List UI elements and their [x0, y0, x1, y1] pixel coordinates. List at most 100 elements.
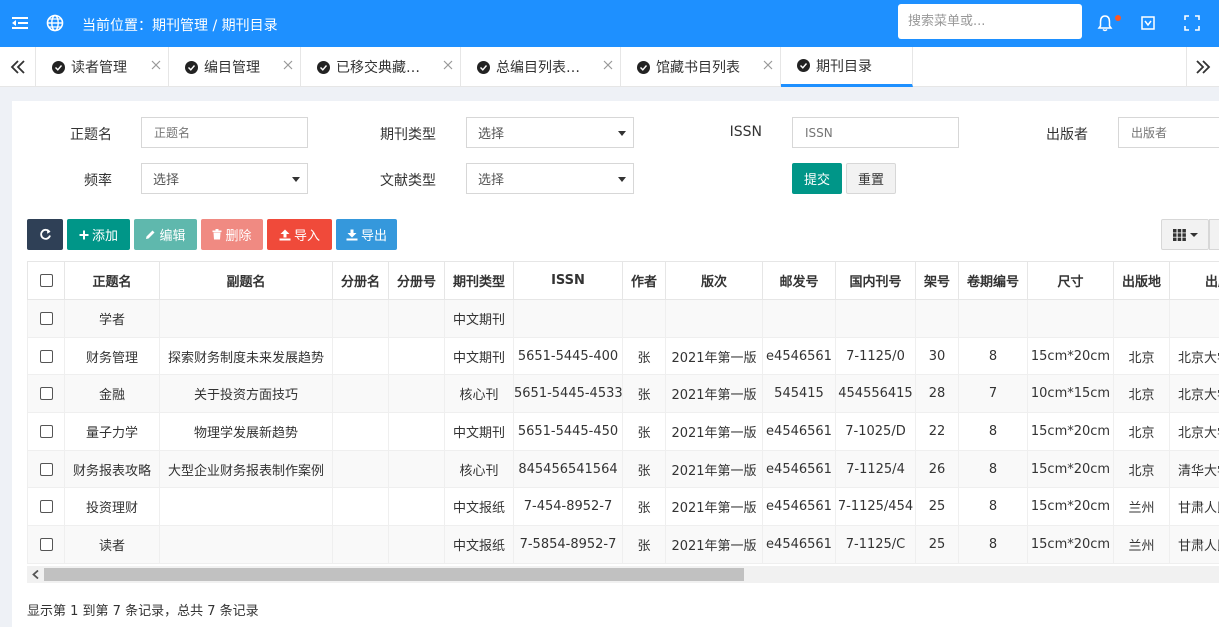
row-checkbox[interactable]	[39, 311, 53, 325]
menu-fold-icon[interactable]	[11, 14, 29, 32]
column-header[interactable]: 期刊类型	[444, 261, 514, 300]
row-select-cell[interactable]	[27, 299, 65, 338]
table-cell: 8	[958, 412, 1028, 451]
tab-holdings-catalog-list[interactable]: 馆藏书目列表	[621, 47, 781, 87]
edit-button[interactable]: 编辑	[134, 219, 197, 250]
column-header[interactable]: 作者	[622, 261, 666, 300]
table-cell: 量子力学	[64, 412, 160, 451]
publisher-input[interactable]	[1118, 117, 1219, 148]
table-cell: e4546561	[762, 336, 836, 376]
import-button[interactable]: 导入	[267, 219, 332, 250]
column-header[interactable]: 正题名	[64, 261, 160, 300]
table-cell	[958, 299, 1028, 338]
table-cell	[332, 374, 389, 414]
column-header[interactable]: 卷期编号	[958, 261, 1028, 300]
table-row[interactable]: 财务报表攻略 大型企业财务报表制作案例 核心刊 845456541564 张 2021年第…	[27, 449, 1219, 489]
column-header[interactable]: 分册号	[388, 261, 445, 300]
more-toolbar-button[interactable]	[1209, 219, 1219, 250]
globe-icon[interactable]	[46, 14, 64, 32]
column-header[interactable]: 分册名	[332, 261, 389, 300]
table-header-row: 正题名 副题名 分册名 分册号 期刊类型 ISSN 作者 版次 邮发号 国内刊号…	[27, 261, 1219, 300]
row-select-cell[interactable]	[27, 374, 65, 414]
close-icon[interactable]	[442, 59, 454, 71]
row-checkbox[interactable]	[39, 424, 53, 438]
column-header[interactable]: 尺寸	[1027, 261, 1114, 300]
column-header[interactable]: ISSN	[513, 261, 623, 300]
table-cell: 北京	[1113, 374, 1170, 414]
issn-input[interactable]	[792, 117, 959, 148]
tabs-scroll-right-button[interactable]	[1186, 47, 1219, 87]
table-cell: 中文期刊	[444, 336, 514, 376]
tab-general-catalog-list[interactable]: 总编目列表…	[461, 47, 621, 87]
table-cell	[332, 299, 389, 338]
table-row[interactable]: 投资理财 中文报纸 7-454-8952-7 张 2021年第一版 e4546561 7-1…	[27, 487, 1219, 527]
row-select-cell[interactable]	[27, 449, 65, 489]
table-cell: 张	[622, 412, 666, 451]
row-checkbox[interactable]	[39, 537, 53, 551]
tabs-scroll-left-button[interactable]	[0, 47, 36, 87]
tab-cataloging-management[interactable]: 编目管理	[169, 47, 301, 87]
table-horizontal-scrollbar[interactable]	[27, 566, 1219, 583]
menu-search-input[interactable]	[898, 4, 1082, 39]
submit-button[interactable]: 提交	[792, 163, 842, 194]
select-all-cell[interactable]	[27, 261, 65, 300]
table-cell: 15cm*20cm	[1027, 336, 1114, 376]
export-button[interactable]: 导出	[336, 219, 397, 250]
table-cell	[159, 299, 333, 338]
row-select-cell[interactable]	[27, 525, 65, 564]
add-button[interactable]: 添加	[67, 219, 130, 250]
title-input[interactable]	[141, 117, 308, 148]
row-checkbox[interactable]	[39, 387, 53, 401]
scrollbar-thumb[interactable]	[44, 568, 744, 581]
row-checkbox[interactable]	[39, 500, 53, 514]
column-header[interactable]: 国内刊号	[835, 261, 916, 300]
row-select-cell[interactable]	[27, 412, 65, 451]
columns-toggle-button[interactable]	[1161, 219, 1209, 250]
row-select-cell[interactable]	[27, 487, 65, 527]
table-cell: 22	[915, 412, 959, 451]
frequency-select[interactable]: 选择	[141, 163, 308, 194]
reset-button[interactable]: 重置	[846, 163, 896, 194]
close-icon[interactable]	[602, 59, 614, 71]
fullscreen-icon[interactable]	[1183, 14, 1201, 32]
table-row[interactable]: 读者 中文报纸 7-5854-8952-7 张 2021年第一版 e4546561 7-11…	[27, 525, 1219, 564]
column-header[interactable]: 邮发号	[762, 261, 836, 300]
table-row[interactable]: 金融 关于投资方面技巧 核心刊 5651-5445-4533 张 2021年第一版 5454…	[27, 374, 1219, 414]
table-cell: 财务管理	[64, 336, 160, 376]
delete-button[interactable]: 删除	[201, 219, 263, 250]
table-row[interactable]: 学者 中文期刊	[27, 299, 1219, 338]
close-icon[interactable]	[150, 59, 162, 71]
document-type-select[interactable]: 选择	[466, 163, 634, 194]
table-cell	[332, 449, 389, 489]
tab-transferred-collection[interactable]: 已移交典藏…	[301, 47, 461, 87]
column-header[interactable]: 架号	[915, 261, 959, 300]
tab-label: 期刊目录	[816, 58, 872, 75]
table-cell: 8	[958, 449, 1028, 489]
table-cell: 核心刊	[444, 374, 514, 414]
column-header[interactable]: 副题名	[159, 261, 333, 300]
scroll-left-arrow-icon[interactable]	[32, 570, 40, 579]
tab-reader-management[interactable]: 读者管理	[36, 47, 169, 87]
table-cell: 张	[622, 374, 666, 414]
periodical-type-select[interactable]: 选择	[466, 117, 634, 148]
table-row[interactable]: 量子力学 物理学发展新趋势 中文期刊 5651-5445-450 张 2021年第一版 e4…	[27, 412, 1219, 451]
column-header[interactable]: 版次	[665, 261, 763, 300]
table-cell	[513, 299, 623, 338]
column-header[interactable]: 出版者	[1169, 261, 1219, 300]
row-checkbox[interactable]	[39, 462, 53, 476]
table-row[interactable]: 财务管理 探索财务制度未来发展趋势 中文期刊 5651-5445-400 张 2021年第…	[27, 336, 1219, 376]
close-icon[interactable]	[282, 59, 294, 71]
table-cell: 学者	[64, 299, 160, 338]
theme-icon[interactable]	[1139, 14, 1157, 32]
refresh-button[interactable]	[27, 219, 63, 250]
table-cell	[332, 412, 389, 451]
tab-periodical-catalog[interactable]: 期刊目录	[781, 47, 913, 87]
column-header[interactable]: 出版地	[1113, 261, 1170, 300]
bell-icon[interactable]	[1096, 14, 1114, 32]
row-select-cell[interactable]	[27, 336, 65, 376]
select-all-checkbox[interactable]	[39, 274, 53, 287]
close-icon[interactable]	[762, 59, 774, 71]
table-cell: 5651-5445-400	[513, 336, 623, 376]
row-checkbox[interactable]	[39, 349, 53, 363]
double-chevron-left-icon	[10, 60, 25, 74]
